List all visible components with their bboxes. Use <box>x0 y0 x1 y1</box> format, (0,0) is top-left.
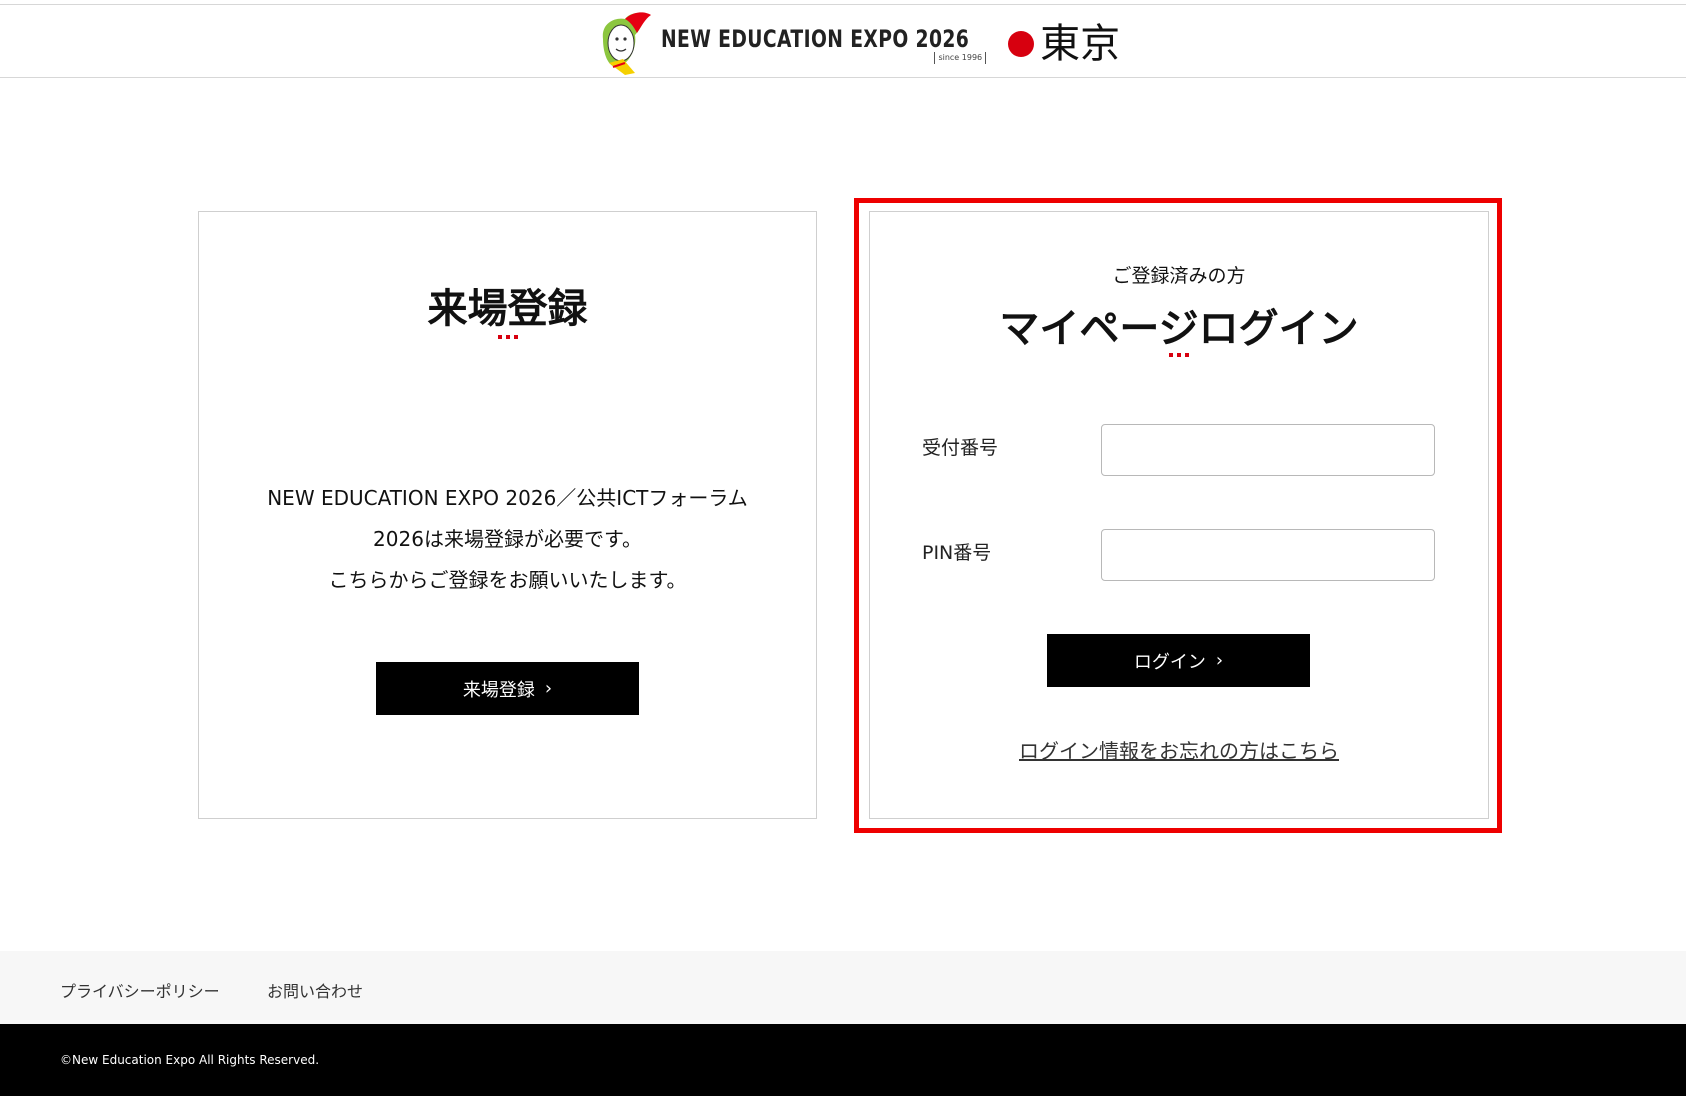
expo-mascot-logo-icon <box>602 12 651 75</box>
chevron-right-icon: › <box>544 678 553 699</box>
contact-link[interactable]: お問い合わせ <box>267 978 363 1002</box>
city-badge: 東京 <box>1008 24 1120 64</box>
brand-logo[interactable]: NEW EDUCATION EXPO 2026 since 1996 東京 <box>595 9 1120 79</box>
registration-card: 来場登録 NEW EDUCATION EXPO 2026／公共ICTフォーラム … <box>198 211 817 819</box>
login-button-label: ログイン <box>1133 651 1206 673</box>
footer-nav: プライバシーポリシー お問い合わせ <box>0 951 1686 1024</box>
red-dot-icon <box>1008 31 1035 57</box>
receipt-number-input[interactable] <box>1101 424 1435 476</box>
site-header: NEW EDUCATION EXPO 2026 since 1996 東京 <box>0 4 1686 78</box>
login-title: マイページログイン <box>999 306 1359 352</box>
brand-name: NEW EDUCATION EXPO 2026 <box>661 24 970 53</box>
forgot-login-link[interactable]: ログイン情報をお忘れの方はこちら <box>870 735 1488 764</box>
registration-title: 来場登録 <box>427 286 588 332</box>
pin-number-input[interactable] <box>1101 529 1435 581</box>
footer-copyright-bar: ©New Education Expo All Rights Reserved. <box>0 1024 1686 1096</box>
title-accent-dots <box>199 335 816 339</box>
copyright-text: ©New Education Expo All Rights Reserved. <box>60 1053 320 1067</box>
brand-since: since 1996 <box>934 51 987 64</box>
chevron-right-icon: › <box>1215 650 1224 671</box>
brand-text-group: NEW EDUCATION EXPO 2026 since 1996 <box>661 25 988 64</box>
login-button[interactable]: ログイン › <box>1047 634 1310 687</box>
title-accent-dots <box>870 353 1488 357</box>
registration-button[interactable]: 来場登録 › <box>376 662 639 715</box>
registration-description-line: 2026は来場登録が必要です。 <box>373 527 642 551</box>
pin-number-label: PIN番号 <box>922 542 992 564</box>
registration-description: NEW EDUCATION EXPO 2026／公共ICTフォーラム 2026は… <box>199 478 816 601</box>
registration-description-line: NEW EDUCATION EXPO 2026／公共ICTフォーラム <box>267 486 748 510</box>
login-subtitle: ご登録済みの方 <box>1112 265 1246 287</box>
login-card: ご登録済みの方 マイページログイン 受付番号 PIN番号 ログイン › ログイン… <box>869 211 1489 819</box>
registration-button-label: 来場登録 <box>462 679 535 701</box>
receipt-number-label: 受付番号 <box>922 437 999 459</box>
city-name: 東京 <box>1040 21 1121 67</box>
registration-description-line: こちらからご登録をお願いいたします。 <box>328 568 687 592</box>
privacy-policy-link[interactable]: プライバシーポリシー <box>60 978 220 1002</box>
